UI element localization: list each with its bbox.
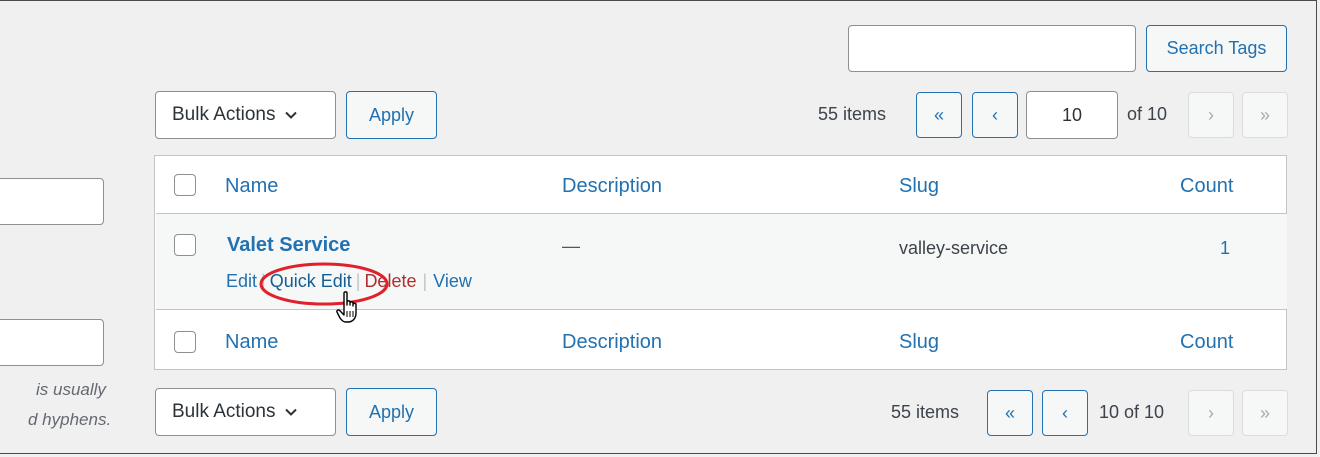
tag-name-link[interactable]: Valet Service	[227, 234, 350, 257]
search-tags-button[interactable]: Search Tags	[1146, 25, 1287, 72]
tag-description: —	[562, 236, 580, 256]
bulk-actions-select-top[interactable]: Bulk Actions	[155, 91, 336, 139]
slug-help-text-line2: d hyphens.	[28, 410, 112, 429]
column-header-name[interactable]: Name	[225, 175, 278, 198]
footer-column-description[interactable]: Description	[562, 331, 662, 354]
footer-column-name[interactable]: Name	[225, 331, 278, 354]
prev-page-button-top[interactable]: ‹	[972, 92, 1018, 138]
last-page-button-top[interactable]: »	[1242, 92, 1288, 138]
tag-count[interactable]: 1	[1220, 238, 1230, 259]
view-link[interactable]: View	[433, 271, 472, 291]
tag-name-input[interactable]	[0, 178, 104, 225]
footer-column-count[interactable]: Count	[1180, 331, 1233, 354]
tag-slug: valley-service	[899, 238, 1009, 258]
current-page-value: 10	[1061, 104, 1083, 125]
bulk-actions-label: Bulk Actions	[172, 401, 276, 422]
highlight-circle	[259, 262, 389, 306]
next-page-button-top[interactable]: ›	[1188, 92, 1234, 138]
first-page-button-bottom[interactable]: «	[987, 390, 1033, 436]
apply-button-bottom[interactable]: Apply	[346, 388, 437, 436]
footer-column-slug[interactable]: Slug	[899, 331, 939, 354]
separator: |	[422, 271, 428, 291]
row-checkbox[interactable]	[174, 234, 196, 256]
select-all-checkbox-top[interactable]	[174, 174, 196, 196]
slug-help-text-line1: is usually	[36, 380, 106, 399]
tag-slug-input[interactable]	[0, 319, 104, 366]
current-page-input[interactable]: 10	[1026, 91, 1118, 139]
column-header-slug[interactable]: Slug	[899, 175, 939, 198]
chevron-down-icon	[284, 408, 297, 416]
page-indicator-bottom: 10 of 10	[1099, 402, 1165, 422]
column-header-count[interactable]: Count	[1180, 175, 1233, 198]
bulk-actions-label: Bulk Actions	[172, 104, 276, 125]
chevron-down-icon	[284, 111, 297, 119]
search-tags-input[interactable]	[848, 25, 1136, 72]
hand-cursor-icon	[336, 291, 357, 323]
first-page-button-top[interactable]: «	[916, 92, 962, 138]
select-all-checkbox-bottom[interactable]	[174, 331, 196, 353]
column-header-description[interactable]: Description	[562, 175, 662, 198]
apply-button-top[interactable]: Apply	[346, 91, 437, 139]
next-page-button-bottom[interactable]: ›	[1188, 390, 1234, 436]
last-page-button-bottom[interactable]: »	[1242, 390, 1288, 436]
items-count-top: 55 items	[818, 104, 887, 124]
total-pages-top: of 10	[1127, 104, 1168, 124]
edit-link[interactable]: Edit	[226, 271, 257, 291]
items-count-bottom: 55 items	[891, 402, 960, 422]
bulk-actions-select-bottom[interactable]: Bulk Actions	[155, 388, 336, 436]
prev-page-button-bottom[interactable]: ‹	[1042, 390, 1088, 436]
